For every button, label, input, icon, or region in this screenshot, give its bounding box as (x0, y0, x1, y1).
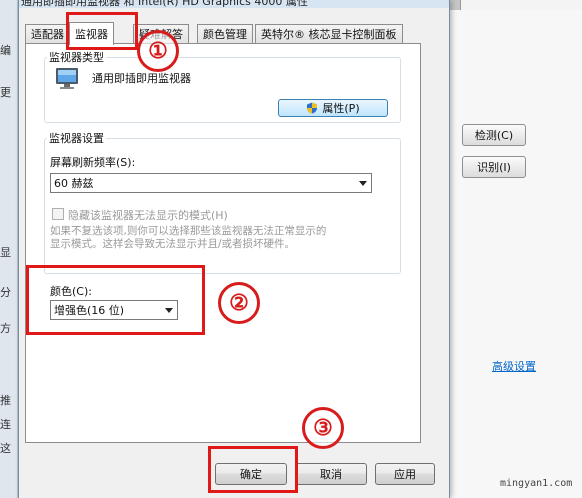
refresh-rate-value: 60 赫兹 (54, 177, 94, 190)
cancel-button[interactable]: 取消 (295, 463, 367, 485)
dialog-title: 通用即插即用监视器 和 Intel(R) HD Graphics 4000 属性 (21, 0, 308, 8)
tab-monitor[interactable]: 监视器 (69, 22, 114, 45)
background-side-text: 显 (0, 246, 11, 259)
monitor-settings-legend: 监视器设置 (49, 132, 104, 145)
monitor-icon (56, 68, 78, 89)
background-side-text: 更 (0, 86, 11, 99)
advanced-settings-link[interactable]: 高级设置 (492, 358, 536, 374)
annotation-marker-1: ① (137, 30, 179, 72)
tab-color-management[interactable]: 颜色管理 (197, 24, 253, 43)
properties-button-label: 属性(P) (322, 102, 360, 115)
hide-modes-checkbox[interactable] (52, 208, 64, 220)
properties-button[interactable]: 属性(P) (278, 99, 388, 117)
background-side-text: 这 (0, 442, 11, 455)
annotation-box-ok (208, 446, 298, 493)
properties-dialog: 通用即插即用监视器 和 Intel(R) HD Graphics 4000 属性… (18, 0, 450, 498)
dialog-titlebar: 通用即插即用监视器 和 Intel(R) HD Graphics 4000 属性 (19, 0, 449, 8)
monitor-type-legend: 监视器类型 (49, 51, 104, 64)
annotation-marker-2: ② (218, 282, 260, 324)
monitor-tab-panel: 监视器类型 通用即插即用监视器 属性(P) 监视器设置 屏幕刷新频率(S): 6… (25, 43, 421, 443)
hide-modes-description-line2: 显示模式。这样会导致无法显示并且/或者损坏硬件。 (50, 238, 296, 250)
background-side-text: 方 (0, 322, 11, 335)
tab-adapter[interactable]: 适配器 (25, 24, 70, 43)
refresh-rate-select[interactable]: 60 赫兹 (50, 173, 372, 193)
shield-icon (307, 102, 318, 114)
chevron-down-icon (359, 181, 367, 186)
background-side-text: 分 (0, 286, 11, 299)
background-content (452, 10, 582, 498)
background-side-text: 推 (0, 394, 11, 407)
tab-intel-control-panel[interactable]: 英特尔® 核芯显卡控制面板 (255, 24, 403, 43)
identify-button[interactable]: 识别(I) (462, 156, 526, 178)
tab-strip: 适配器 监视器 疑难解答 颜色管理 英特尔® 核芯显卡控制面板 (25, 22, 449, 45)
apply-button[interactable]: 应用 (375, 463, 435, 485)
background-side-text: 连 (0, 418, 11, 431)
annotation-box-color (26, 265, 205, 335)
annotation-marker-3: ③ (302, 407, 344, 449)
monitor-name: 通用即插即用监视器 (92, 72, 191, 85)
background-side-text: 编 (0, 44, 11, 57)
detect-button[interactable]: 检测(C) (462, 124, 526, 146)
refresh-rate-label: 屏幕刷新频率(S): (50, 156, 136, 169)
hide-modes-label: 隐藏该监视器无法显示的模式(H) (68, 209, 228, 222)
watermark: mingyan1.com (500, 478, 573, 489)
monitor-settings-group: 监视器设置 (44, 130, 401, 274)
